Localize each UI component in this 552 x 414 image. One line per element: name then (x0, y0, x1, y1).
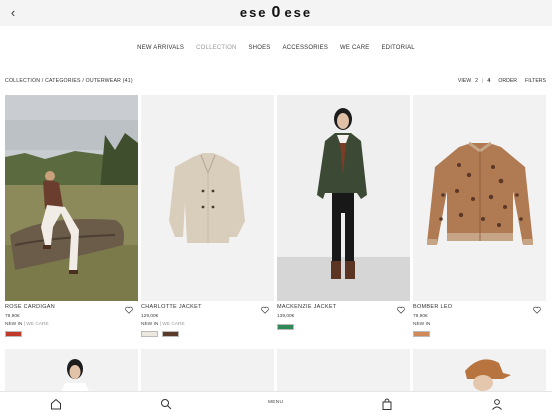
heart-icon[interactable] (125, 306, 133, 314)
heart-icon[interactable] (261, 306, 269, 314)
tag-new-in: NEW IN (141, 322, 159, 327)
color-swatch[interactable] (141, 331, 158, 337)
tag-new-in: NEW IN (413, 322, 431, 327)
product-photo-bomber-leo (413, 95, 546, 301)
top-bar: ‹ ese 0 ese (0, 0, 552, 26)
nav-shoes[interactable]: SHOES (248, 45, 270, 51)
partial-product-photo (5, 349, 138, 391)
product-image[interactable] (141, 95, 274, 301)
menu-button[interactable]: MENU (268, 400, 283, 405)
product-tags: NEW IN | WE CARE (5, 322, 49, 327)
shopping-bag-icon[interactable] (380, 397, 394, 411)
product-tags: NEW IN (413, 322, 430, 327)
product-image[interactable] (141, 349, 274, 391)
color-swatch[interactable] (277, 324, 294, 330)
product-photo-charlotte-jacket (141, 95, 274, 301)
partial-product-photo (413, 349, 546, 391)
view-label[interactable]: VIEW (458, 78, 471, 84)
logo-mid: 0 (271, 4, 281, 21)
product-card: BOMBER LEO 79,90€ NEW IN (413, 95, 546, 348)
product-grid: ROSE CARDIGAN 79,90€ NEW IN | WE CARE CH… (5, 95, 547, 348)
view-4-option[interactable]: 4 (487, 78, 490, 84)
nav-we-care[interactable]: WE CARE (340, 45, 369, 51)
product-image[interactable] (5, 95, 138, 301)
product-image[interactable] (277, 95, 410, 301)
product-name[interactable]: BOMBER LEO (413, 304, 452, 310)
product-card: ROSE CARDIGAN 79,90€ NEW IN | WE CARE (5, 95, 138, 348)
product-price: 129,00€ (141, 314, 159, 319)
product-photo-rose-cardigan (5, 95, 138, 301)
product-name[interactable]: CHARLOTTE JACKET (141, 304, 202, 310)
listing-controls: VIEW 2 | 4 ORDER FILTERS (458, 78, 546, 84)
color-swatch[interactable] (5, 331, 22, 337)
heart-icon[interactable] (397, 306, 405, 314)
nav-editorial[interactable]: EDITORIAL (381, 45, 414, 51)
product-tags: NEW IN | WE CARE (141, 322, 185, 327)
product-photo-mackenzie-jacket (277, 95, 410, 301)
color-swatches (277, 324, 294, 330)
logo-left: ese (239, 5, 268, 20)
product-name[interactable]: MACKENZIE JACKET (277, 304, 337, 310)
color-swatches (5, 331, 22, 337)
main-nav: NEW ARRIVALS COLLECTION SHOES ACCESSORIE… (0, 45, 552, 51)
tag-we-care: WE CARE (26, 322, 49, 327)
breadcrumb-count: (41) (122, 78, 133, 84)
nav-accessories[interactable]: ACCESSORIES (283, 45, 329, 51)
product-image[interactable] (413, 95, 546, 301)
view-separator: | (482, 78, 484, 84)
product-price: 139,00€ (277, 314, 295, 319)
product-name[interactable]: ROSE CARDIGAN (5, 304, 55, 310)
color-swatches (141, 331, 179, 337)
order-button[interactable]: ORDER (498, 78, 517, 84)
nav-collection[interactable]: COLLECTION (196, 45, 236, 51)
view-2-option[interactable]: 2 (475, 78, 478, 84)
product-card: MACKENZIE JACKET 139,00€ (277, 95, 410, 348)
tag-new-in: NEW IN (5, 322, 23, 327)
color-swatches (413, 331, 430, 337)
bottom-tab-bar: MENU (0, 391, 552, 414)
user-icon[interactable] (490, 397, 504, 411)
product-price: 79,90€ (413, 314, 428, 319)
product-image[interactable] (413, 349, 546, 391)
product-card: CHARLOTTE JACKET 129,00€ NEW IN | WE CAR… (141, 95, 274, 348)
brand-logo[interactable]: ese 0 ese (0, 4, 552, 22)
product-image[interactable] (277, 349, 410, 391)
breadcrumb: COLLECTION / CATEGORIES / OUTERWEAR (41) (5, 78, 133, 84)
product-grid-next-row (5, 349, 547, 391)
tag-we-care: WE CARE (162, 322, 185, 327)
view-switch: VIEW 2 | 4 (458, 78, 490, 84)
home-icon[interactable] (49, 397, 63, 411)
logo-right: ese (284, 5, 313, 20)
filters-button[interactable]: FILTERS (525, 78, 546, 84)
nav-new-arrivals[interactable]: NEW ARRIVALS (137, 45, 184, 51)
breadcrumb-path[interactable]: COLLECTION / CATEGORIES / OUTERWEAR (5, 78, 121, 84)
product-image[interactable] (5, 349, 138, 391)
search-icon[interactable] (159, 397, 173, 411)
product-price: 79,90€ (5, 314, 20, 319)
heart-icon[interactable] (533, 306, 541, 314)
color-swatch[interactable] (413, 331, 430, 337)
color-swatch[interactable] (162, 331, 179, 337)
